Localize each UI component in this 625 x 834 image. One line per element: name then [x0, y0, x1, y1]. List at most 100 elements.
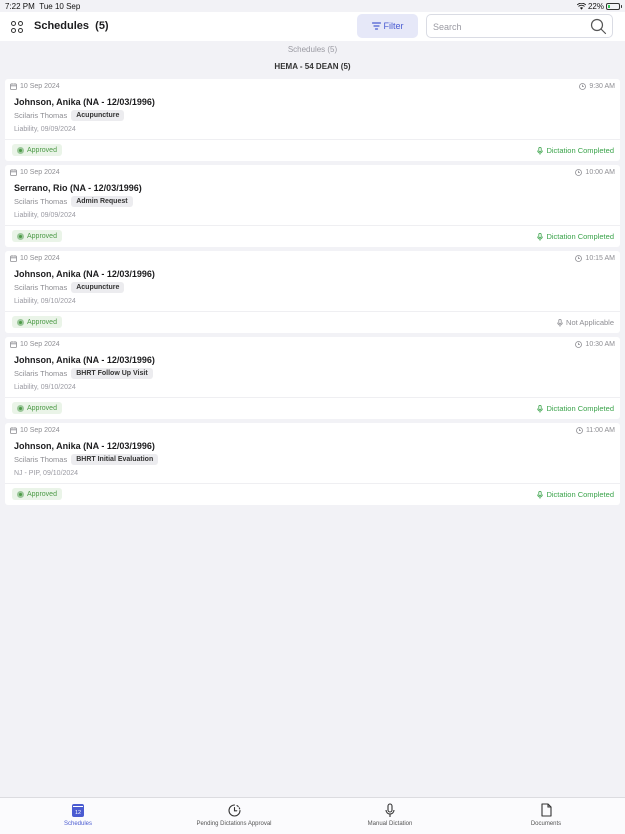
- apps-menu-icon[interactable]: [11, 21, 23, 33]
- visit-type-tag: BHRT Initial Evaluation: [71, 454, 159, 465]
- appointment-date: 10 Sep 2024: [10, 169, 60, 176]
- dictation-status: Dictation Completed: [537, 146, 614, 155]
- app-header: Schedules (5) Filter: [0, 12, 625, 41]
- patient-name: Johnson, Anika (NA - 12/03/1996): [14, 97, 155, 107]
- tab-manual-dictation[interactable]: Manual Dictation: [340, 802, 440, 827]
- appointment-card[interactable]: 10 Sep 2024 11:00 AM Johnson, Anika (NA - …: [5, 423, 620, 505]
- insurance-info: NJ - PIP, 09/10/2024: [14, 470, 79, 477]
- provider-row: Scilaris Thomas Acupuncture: [14, 282, 125, 293]
- filter-icon: [371, 22, 381, 30]
- visit-type-tag: BHRT Follow Up Visit: [71, 368, 153, 379]
- card-divider: [5, 225, 620, 226]
- document-icon: [540, 803, 552, 817]
- status-dot-icon: [17, 318, 24, 326]
- calendar-small-icon: [10, 341, 17, 348]
- insurance-info: Liability, 09/10/2024: [14, 384, 76, 391]
- status-bar: 7:22 PM Tue 10 Sep 22%: [0, 0, 625, 12]
- clock-icon: [227, 803, 241, 817]
- appointment-date: 10 Sep 2024: [10, 255, 60, 262]
- appointment-date: 10 Sep 2024: [10, 341, 60, 348]
- appointment-time: 10:00 AM: [575, 169, 615, 176]
- search-box[interactable]: [426, 14, 613, 38]
- clock-small-icon: [575, 341, 583, 348]
- microphone-icon: [385, 802, 395, 817]
- card-divider: [5, 311, 620, 312]
- provider-name: Scilaris Thomas: [14, 455, 68, 464]
- clock-small-icon: [575, 255, 583, 262]
- group-title: HEMA - 54 DEAN (5): [274, 62, 351, 71]
- appointment-date: 10 Sep 2024: [10, 83, 60, 90]
- search-icon[interactable]: [590, 18, 607, 35]
- provider-row: Scilaris Thomas Acupuncture: [14, 110, 125, 121]
- calendar-icon: 12: [72, 803, 84, 817]
- insurance-info: Liability, 09/09/2024: [14, 126, 76, 133]
- appointment-time: 11:00 AM: [576, 427, 615, 434]
- tab-schedules[interactable]: 12 Schedules: [28, 802, 128, 827]
- section-title: Schedules (5): [287, 45, 338, 54]
- patient-name: Serrano, Rio (NA - 12/03/1996): [14, 183, 142, 193]
- provider-name: Scilaris Thomas: [14, 197, 68, 206]
- appointment-card[interactable]: 10 Sep 2024 9:30 AM Johnson, Anika (NA - 1…: [5, 79, 620, 161]
- patient-name: Johnson, Anika (NA - 12/03/1996): [14, 269, 155, 279]
- appointment-card[interactable]: 10 Sep 2024 10:00 AM Serrano, Rio (NA - 12…: [5, 165, 620, 247]
- card-divider: [5, 139, 620, 140]
- status-dot-icon: [17, 490, 24, 498]
- search-input[interactable]: [433, 20, 583, 34]
- battery-percent: 22%: [587, 2, 604, 11]
- appointment-card[interactable]: 10 Sep 2024 10:15 AM Johnson, Anika (NA - …: [5, 251, 620, 333]
- clock-small-icon: [575, 169, 583, 176]
- status-badge: Approved: [12, 488, 62, 500]
- status-badge: Approved: [12, 316, 62, 328]
- tab-label: Schedules: [63, 821, 93, 827]
- dictation-status: Dictation Completed: [537, 490, 614, 499]
- clock-small-icon: [576, 427, 583, 434]
- calendar-small-icon: [10, 83, 17, 90]
- dictation-status: Not Applicable: [557, 318, 614, 327]
- insurance-info: Liability, 09/09/2024: [14, 212, 76, 219]
- microphone-small-icon: [537, 232, 544, 241]
- tab-label: Documents: [530, 821, 562, 827]
- provider-row: Scilaris Thomas BHRT Initial Evaluation: [14, 454, 159, 465]
- appointment-time: 10:15 AM: [575, 255, 615, 262]
- microphone-small-icon: [537, 146, 544, 155]
- page-title: Schedules (5): [34, 20, 109, 32]
- card-divider: [5, 397, 620, 398]
- battery-icon: [606, 3, 622, 10]
- provider-row: Scilaris Thomas Admin Request: [14, 196, 133, 207]
- status-dot-icon: [17, 404, 24, 412]
- patient-name: Johnson, Anika (NA - 12/03/1996): [14, 441, 155, 451]
- tab-pending-dictations[interactable]: Pending Dictations Approval: [184, 802, 284, 827]
- visit-type-tag: Acupuncture: [71, 282, 125, 293]
- provider-name: Scilaris Thomas: [14, 283, 68, 292]
- dictation-status: Dictation Completed: [537, 404, 614, 413]
- tab-label: Manual Dictation: [367, 821, 413, 827]
- status-time: 7:22 PM Tue 10 Sep: [5, 2, 81, 11]
- appointment-time: 10:30 AM: [575, 341, 615, 348]
- tab-documents[interactable]: Documents: [496, 802, 596, 827]
- tab-label: Pending Dictations Approval: [196, 821, 272, 827]
- provider-row: Scilaris Thomas BHRT Follow Up Visit: [14, 368, 153, 379]
- appointment-list: 10 Sep 2024 9:30 AM Johnson, Anika (NA - 1…: [5, 79, 620, 509]
- microphone-small-icon: [537, 404, 544, 413]
- status-badge: Approved: [12, 230, 62, 242]
- appointment-time: 9:30 AM: [579, 83, 615, 90]
- wifi-icon: [576, 3, 586, 10]
- filter-button[interactable]: Filter: [357, 14, 418, 38]
- calendar-small-icon: [10, 169, 17, 176]
- visit-type-tag: Acupuncture: [71, 110, 125, 121]
- filter-label: Filter: [383, 21, 404, 31]
- provider-name: Scilaris Thomas: [14, 369, 68, 378]
- status-badge: Approved: [12, 144, 62, 156]
- microphone-small-icon: [557, 318, 563, 327]
- microphone-small-icon: [537, 490, 544, 499]
- card-divider: [5, 483, 620, 484]
- dictation-status: Dictation Completed: [537, 232, 614, 241]
- appointment-card[interactable]: 10 Sep 2024 10:30 AM Johnson, Anika (NA - …: [5, 337, 620, 419]
- status-dot-icon: [17, 146, 24, 154]
- insurance-info: Liability, 09/10/2024: [14, 298, 76, 305]
- clock-small-icon: [579, 83, 587, 90]
- tab-bar: 12 Schedules Pending Dictations Approval…: [0, 797, 625, 834]
- status-indicators: 22%: [576, 2, 622, 11]
- calendar-small-icon: [10, 427, 17, 434]
- status-badge: Approved: [12, 402, 62, 414]
